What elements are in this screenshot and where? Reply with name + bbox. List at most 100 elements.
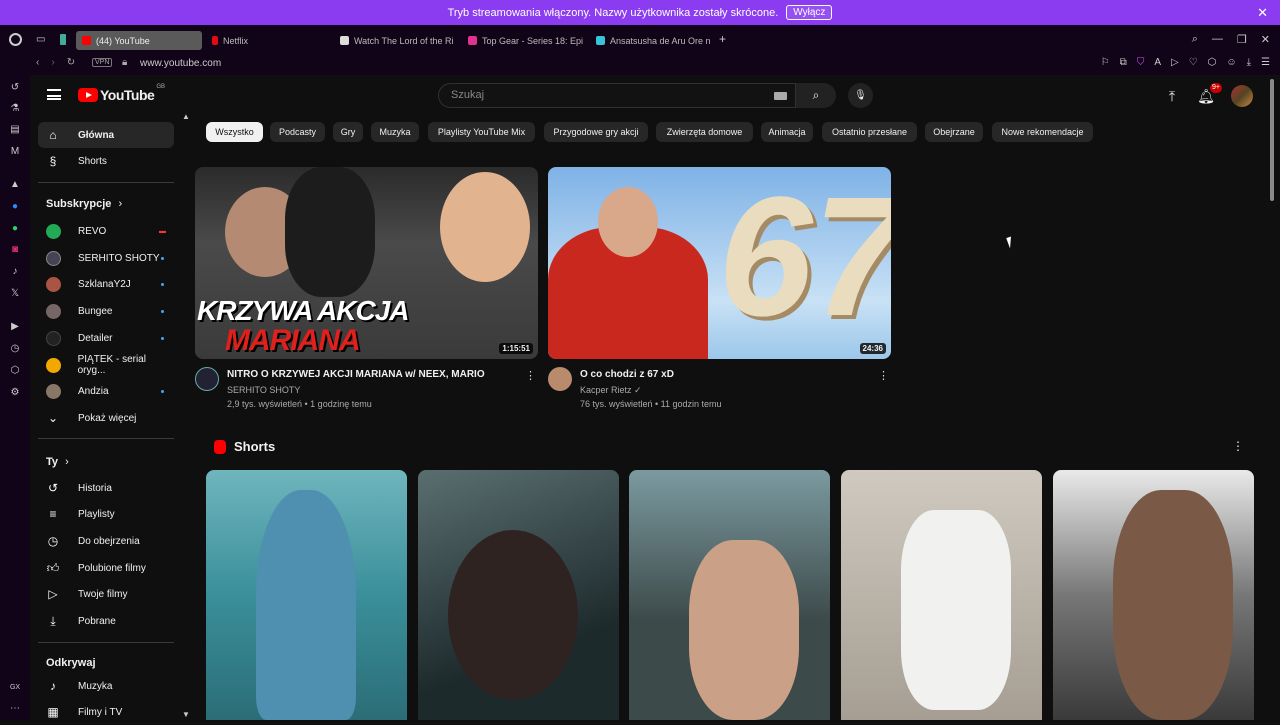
search-tabs-icon[interactable]: ⌕ — [1192, 33, 1198, 46]
chip-games[interactable]: Gry — [333, 122, 363, 142]
new-tab-button[interactable]: + — [719, 32, 726, 46]
more-options-icon[interactable]: ⋮ — [1232, 439, 1244, 453]
sidebar-item-history[interactable]: ↺ Historia — [38, 475, 174, 501]
chip-music[interactable]: Muzyka — [371, 122, 419, 142]
chip-podcasts[interactable]: Podcasty — [270, 122, 325, 142]
short-thumbnail[interactable] — [1053, 470, 1254, 720]
tiktok-icon[interactable]: ♪ — [9, 266, 21, 278]
shield-icon[interactable]: ⛉ — [1137, 57, 1145, 68]
player-icon[interactable]: ▷ — [1171, 57, 1179, 68]
downloads-icon[interactable]: ⤓ — [1247, 57, 1251, 68]
settings-icon[interactable]: ⚙ — [9, 387, 21, 399]
workspaces-icon[interactable]: ▭ — [36, 34, 45, 45]
notifications-icon[interactable]: 🔔︎ 9+ — [1197, 83, 1222, 105]
sidebar-item-detailer[interactable]: Detailer — [38, 325, 174, 351]
forward-icon[interactable]: › — [51, 57, 54, 68]
pinboard-icon[interactable]: ⚗ — [9, 103, 21, 115]
tab-top-gear[interactable]: Top Gear - Series 18: Epi — [462, 31, 586, 50]
sidebar-item-watch-later[interactable]: ◷ Do obejrzenia — [38, 528, 174, 554]
chip-mix[interactable]: Playlisty YouTube Mix — [428, 122, 535, 142]
reload-icon[interactable]: ↻ — [67, 57, 75, 68]
news-icon[interactable]: ▤ — [9, 124, 21, 136]
video-thumbnail[interactable]: KRZYWA AKCJA MARIANA 1:15:51 — [195, 167, 538, 359]
sidebar-item-movies[interactable]: ▦ Filmy i TV — [38, 699, 174, 725]
channel-name[interactable]: Kacper Rietz ✓ — [580, 385, 642, 396]
menu-icon[interactable] — [47, 89, 61, 100]
chip-new-to-you[interactable]: Nowe rekomendacje — [992, 122, 1093, 142]
vpn-badge[interactable]: VPN — [92, 58, 113, 67]
avatar[interactable] — [1231, 85, 1253, 107]
youtube-logo[interactable]: YouTube GB — [78, 84, 165, 103]
minimize-icon[interactable]: — — [1212, 33, 1223, 46]
messenger-icon[interactable]: ● — [9, 201, 21, 213]
maximize-icon[interactable]: ❐ — [1237, 33, 1247, 46]
sidebar-item-piatek[interactable]: PIĄTEK - serial oryg... — [38, 352, 174, 378]
aria-icon[interactable]: ↺ — [9, 82, 21, 94]
sidebar-item-bungee[interactable]: Bungee — [38, 298, 174, 324]
short-thumbnail[interactable] — [629, 470, 830, 720]
chip-pets[interactable]: Zwierzęta domowe — [656, 122, 753, 142]
translate-icon[interactable]: A — [1154, 57, 1161, 68]
sidebar-item-szklana[interactable]: SzklanaY2J — [38, 271, 174, 297]
tab-netflix[interactable]: Netflix — [206, 31, 330, 50]
sidebar-item-playlists[interactable]: ≡ Playlisty — [38, 501, 174, 527]
snapshot-icon[interactable]: ⧉ — [1120, 57, 1127, 68]
sidebar-item-revo[interactable]: REVO ▬ — [38, 218, 174, 244]
video-title[interactable]: NITRO O KRZYWEJ AKCJI MARIANA w/ NEEX, M… — [227, 369, 485, 380]
scroll-up-icon[interactable]: ▲ — [182, 112, 190, 121]
tab-ansatsusha[interactable]: Ansatsusha de Aru Ore n — [590, 31, 714, 50]
player-side-icon[interactable]: ▶ — [9, 321, 21, 333]
close-icon[interactable]: ✕ — [1257, 5, 1268, 21]
upload-icon[interactable]: ⤒ — [1163, 87, 1181, 105]
sidebar-item-liked[interactable]: 👍︎ Polubione filmy — [38, 555, 174, 581]
short-thumbnail[interactable] — [841, 470, 1042, 720]
aria-ai-icon[interactable]: ▲ — [9, 179, 21, 191]
workspace-icon[interactable] — [60, 34, 66, 45]
sidebar-item-music[interactable]: ♪ Muzyka — [38, 673, 174, 699]
page-scrollbar[interactable] — [1270, 79, 1274, 201]
video-title[interactable]: O co chodzi z 67 xD — [580, 369, 674, 380]
instagram-icon[interactable]: ◙ — [9, 244, 21, 256]
account-icon[interactable]: ☺ — [1226, 57, 1236, 68]
sidebar-item-downloads[interactable]: ⤓ Pobrane — [38, 608, 174, 634]
chip-watched[interactable]: Obejrzane — [925, 122, 983, 142]
sidebar-item-shorts[interactable]: § Shorts — [38, 148, 174, 174]
chip-recently-uploaded[interactable]: Ostatnio przesłane — [822, 122, 917, 142]
channel-avatar[interactable] — [548, 367, 572, 391]
voice-search-button[interactable]: 🎙︎ — [848, 83, 873, 108]
history-side-icon[interactable]: ◷ — [9, 343, 21, 355]
gx-icon[interactable]: GX — [9, 682, 21, 694]
short-thumbnail[interactable] — [206, 470, 407, 720]
you-heading[interactable]: Ty › — [46, 456, 69, 468]
more-options-icon[interactable]: ⋮ — [878, 369, 889, 382]
sidebar-item-andzia[interactable]: Andzia — [38, 378, 174, 404]
whatsapp-icon[interactable]: ● — [9, 223, 21, 235]
close-window-icon[interactable]: ✕ — [1261, 33, 1270, 46]
tab-lord-of-the-rings[interactable]: Watch The Lord of the Ri — [334, 31, 458, 50]
channel-avatar[interactable] — [195, 367, 219, 391]
chip-animation[interactable]: Animacja — [761, 122, 813, 142]
more-side-icon[interactable]: ⋯ — [9, 703, 21, 715]
video-card[interactable]: 67 24:36 O co chodzi z 67 xD Kacper Riet… — [548, 167, 891, 417]
chip-action-adventure[interactable]: Przygodowe gry akcji — [544, 122, 648, 142]
video-card[interactable]: KRZYWA AKCJA MARIANA 1:15:51 NITRO O KRZ… — [195, 167, 538, 417]
opera-logo-icon[interactable] — [9, 33, 22, 46]
keyboard-icon[interactable] — [774, 92, 787, 100]
mail-icon[interactable]: M — [9, 146, 21, 158]
sidebar-item-serhito[interactable]: SERHITO SHOTY — [38, 245, 174, 271]
sidebar-item-your-videos[interactable]: ▷ Twoje filmy — [38, 581, 174, 607]
back-icon[interactable]: ‹ — [36, 57, 39, 68]
show-more-button[interactable]: ⌄ Pokaż więcej — [38, 405, 174, 431]
extensions-side-icon[interactable]: ⬡ — [9, 365, 21, 377]
chip-all[interactable]: Wszystko — [206, 122, 263, 142]
url-field[interactable]: www.youtube.com — [140, 58, 221, 69]
video-thumbnail[interactable]: 67 24:36 — [548, 167, 891, 359]
lock-icon[interactable]: 🔒︎ — [122, 57, 127, 68]
tab-youtube[interactable]: (44) YouTube — [76, 31, 202, 50]
sidebar-item-home[interactable]: ⌂ Główna — [38, 122, 174, 148]
x-icon[interactable]: 𝕏 — [9, 288, 21, 300]
easy-setup-icon[interactable]: ☰ — [1261, 57, 1270, 68]
extensions-icon[interactable]: ⬡ — [1208, 57, 1217, 68]
search-input[interactable]: Szukaj — [438, 83, 796, 108]
more-options-icon[interactable]: ⋮ — [525, 369, 536, 382]
